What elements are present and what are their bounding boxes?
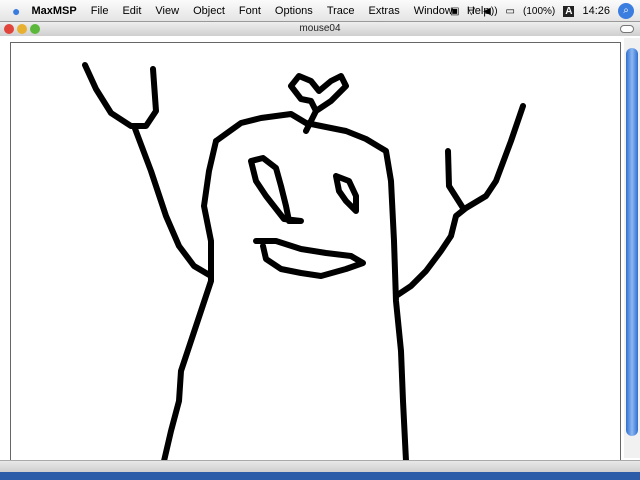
menu-edit[interactable]: Edit: [115, 5, 148, 17]
bottom-bar: [0, 460, 640, 472]
menu-font[interactable]: Font: [232, 5, 268, 17]
menu-options[interactable]: Options: [268, 5, 320, 17]
zoom-button[interactable]: [30, 24, 40, 34]
scroll-thumb[interactable]: [626, 48, 638, 436]
close-button[interactable]: [4, 24, 14, 34]
battery-percent[interactable]: (100%): [523, 6, 555, 17]
menu-maxmsp[interactable]: MaxMSP: [24, 5, 83, 17]
stroke-left-arm: [131, 123, 214, 279]
patcher-window: mouse04: [0, 22, 640, 472]
menu-file[interactable]: File: [84, 5, 116, 17]
toolbar-toggle-button[interactable]: [620, 25, 634, 33]
mouse-drawing: [82, 62, 526, 464]
stroke-body-left: [161, 138, 219, 464]
title-bar[interactable]: mouse04: [0, 22, 640, 36]
menu-extras[interactable]: Extras: [362, 5, 407, 17]
stroke-left-eye: [248, 155, 304, 224]
menu-bar: ● MaxMSP File Edit View Object Font Opti…: [0, 0, 640, 22]
vertical-scrollbar[interactable]: [624, 38, 640, 458]
input-menu[interactable]: A: [563, 5, 575, 17]
stroke-right-eye: [333, 173, 359, 214]
menu-trace[interactable]: Trace: [320, 5, 362, 17]
stroke-left-hand: [82, 62, 159, 129]
window-title: mouse04: [299, 23, 341, 34]
minimize-button[interactable]: [17, 24, 27, 34]
stroke-right-hand: [445, 148, 466, 211]
volume-icon[interactable]: ◀)): [483, 6, 497, 17]
drawing-canvas[interactable]: [10, 42, 621, 472]
clock[interactable]: 14:26: [582, 5, 610, 17]
wifi-icon[interactable]: ▽: [467, 6, 475, 17]
status-menus: ▣ ▽ ◀)) ▭ (100%) A 14:26 ⌕: [450, 0, 634, 22]
apple-menu-icon[interactable]: ●: [12, 3, 20, 19]
menu-object[interactable]: Object: [186, 5, 232, 17]
display-icon[interactable]: ▣: [450, 6, 459, 17]
menu-view[interactable]: View: [148, 5, 186, 17]
spotlight-icon[interactable]: ⌕: [618, 3, 634, 19]
battery-icon[interactable]: ▭: [506, 6, 515, 17]
stroke-body-top-right: [213, 111, 409, 464]
stroke-mouth: [253, 238, 366, 279]
